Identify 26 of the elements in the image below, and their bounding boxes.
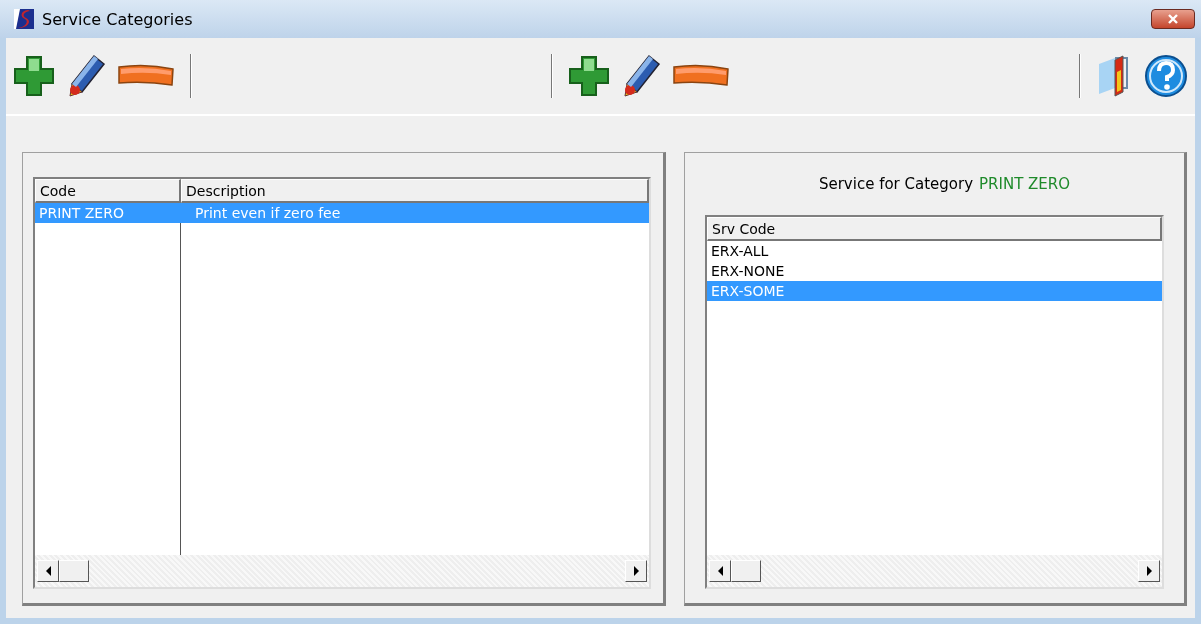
scroll-thumb[interactable] <box>731 560 761 582</box>
column-header[interactable]: Srv Code <box>707 217 1162 241</box>
table-cell-text: ERX-NONE <box>710 262 786 281</box>
table-cell-text: ERX-SOME <box>710 282 786 301</box>
horizontal-scrollbar[interactable] <box>35 555 649 587</box>
scroll-left-button[interactable] <box>37 560 59 582</box>
caret-left-icon <box>45 566 51 576</box>
table-cell-text: ERX-ALL <box>710 242 770 261</box>
scroll-right-button[interactable] <box>625 560 647 582</box>
table-row[interactable]: ERX-ALL <box>707 241 1162 261</box>
scroll-thumb[interactable] <box>59 560 89 582</box>
close-button[interactable] <box>1151 9 1195 29</box>
category-name: PRINT ZERO <box>979 175 1071 193</box>
scroll-right-button[interactable] <box>1138 560 1160 582</box>
caret-right-icon <box>633 566 639 576</box>
app-logo-icon <box>12 7 36 31</box>
close-icon <box>1167 14 1179 24</box>
scroll-left-button[interactable] <box>709 560 731 582</box>
caret-right-icon <box>1146 566 1152 576</box>
table-cell-text: PRINT ZERO <box>38 204 125 223</box>
horizontal-scrollbar[interactable] <box>707 555 1162 587</box>
caption-label: Service for Category <box>818 175 974 193</box>
table-cell-text: Print even if zero fee <box>194 204 342 223</box>
window-title: Service Categories <box>42 9 193 29</box>
caret-left-icon <box>717 566 723 576</box>
table-row[interactable]: ERX-NONE <box>707 261 1162 281</box>
